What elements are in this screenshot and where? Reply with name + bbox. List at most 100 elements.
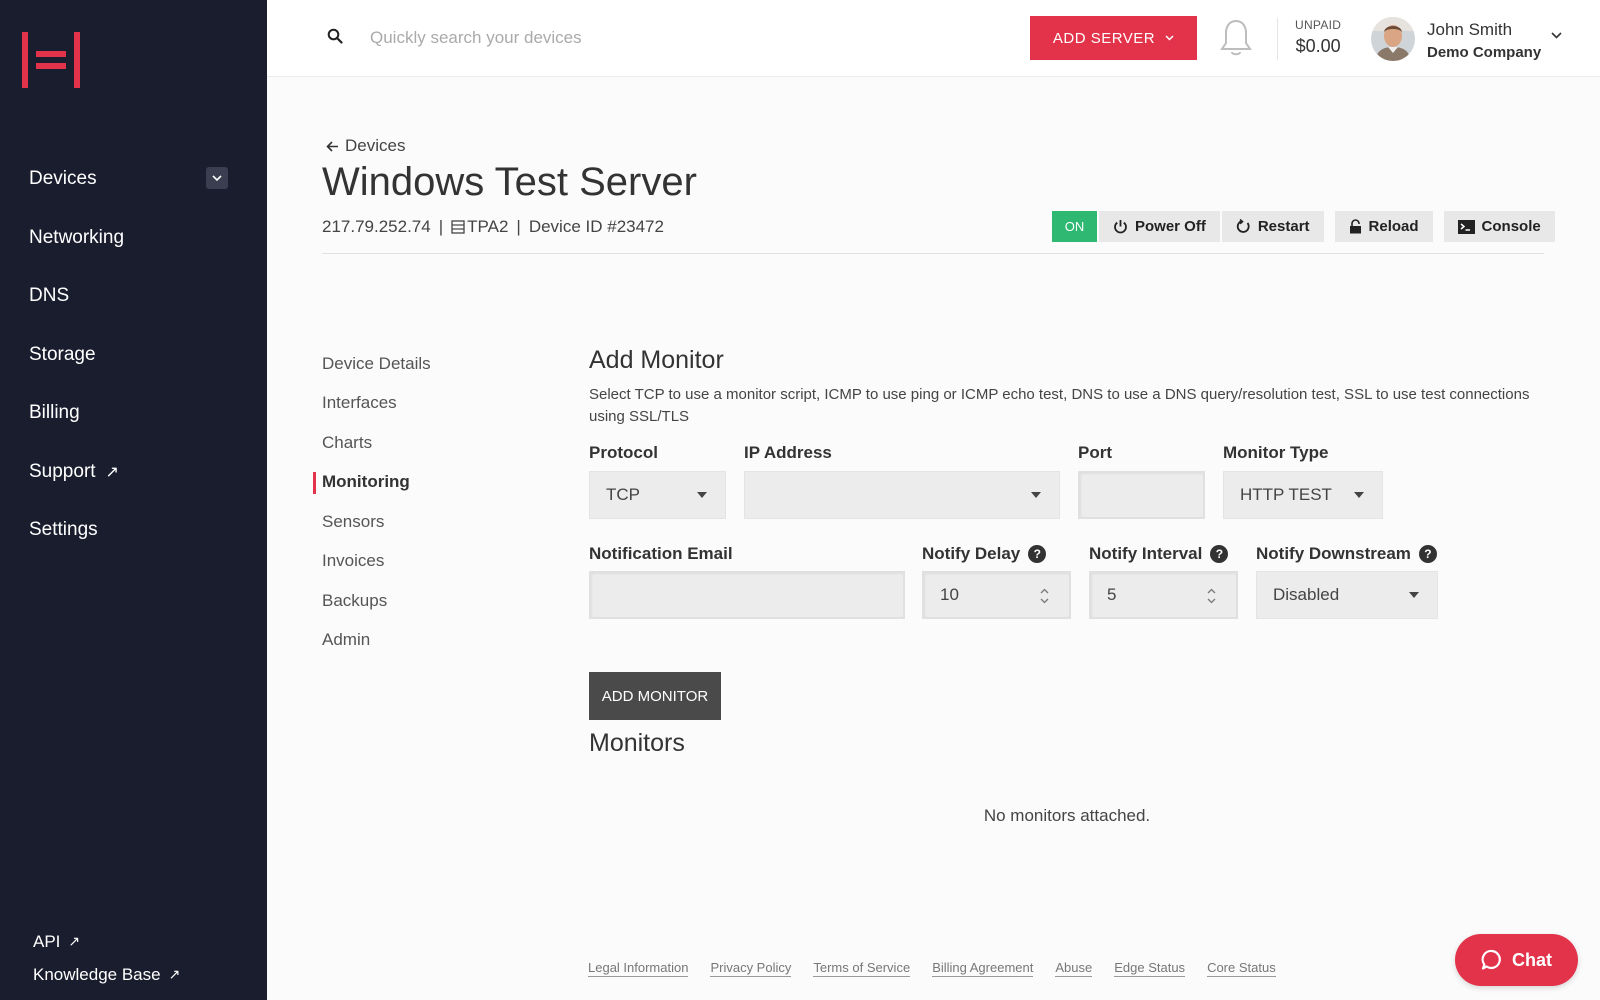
footer-link-privacy[interactable]: Privacy Policy: [710, 960, 792, 977]
tab-invoices[interactable]: Invoices: [322, 542, 431, 582]
search-input[interactable]: [370, 24, 770, 52]
lock-icon: [1349, 219, 1361, 234]
help-icon[interactable]: ?: [1418, 545, 1437, 563]
top-header: ADD SERVER UNPAID $0.00 John Smith Demo …: [267, 0, 1600, 77]
sidebar-item-dns[interactable]: DNS: [0, 267, 267, 326]
add-server-label: ADD SERVER: [1052, 29, 1156, 47]
add-server-button[interactable]: ADD SERVER: [1030, 16, 1197, 60]
stepper-arrows-icon[interactable]: [1207, 587, 1216, 605]
chevron-down-icon[interactable]: [206, 167, 228, 189]
tab-monitoring[interactable]: Monitoring: [313, 463, 431, 503]
device-subnav: Device Details Interfaces Charts Monitor…: [313, 344, 431, 661]
restart-button[interactable]: Restart: [1221, 211, 1324, 242]
device-actions: ON Power Off Restart Reload Console: [1052, 211, 1555, 242]
tab-device-details[interactable]: Device Details: [322, 344, 431, 384]
footer-link-billing-agreement[interactable]: Billing Agreement: [932, 960, 1034, 977]
tab-sensors[interactable]: Sensors: [322, 502, 431, 542]
unpaid-amount: $0.00: [1295, 36, 1341, 56]
restart-icon: [1236, 219, 1250, 233]
notify-delay-stepper[interactable]: 10: [922, 571, 1071, 619]
notify-interval-label-text: Notify Interval: [1089, 544, 1203, 563]
bell-icon[interactable]: [1219, 18, 1253, 58]
terminal-icon: [1457, 219, 1475, 234]
power-off-label: Power Off: [1135, 218, 1206, 235]
notification-email-input[interactable]: [589, 571, 905, 619]
footer-link-core-status[interactable]: Core Status: [1207, 960, 1276, 977]
unpaid-balance[interactable]: UNPAID $0.00: [1295, 18, 1341, 57]
chat-button[interactable]: Chat: [1455, 934, 1578, 986]
sidebar-item-networking[interactable]: Networking: [0, 209, 267, 268]
footer-link-legal[interactable]: Legal Information: [588, 960, 689, 977]
add-monitor-title: Add Monitor: [589, 346, 724, 374]
add-monitor-description: Select TCP to use a monitor script, ICMP…: [589, 386, 1530, 425]
protocol-select[interactable]: TCP: [589, 471, 726, 519]
reload-label: Reload: [1368, 218, 1419, 235]
chevron-down-icon[interactable]: [1551, 32, 1562, 39]
monitor-type-label: Monitor Type: [1223, 443, 1328, 463]
ip-address-select[interactable]: [744, 471, 1060, 519]
help-icon[interactable]: ?: [1210, 545, 1229, 563]
sidebar-item-storage[interactable]: Storage: [0, 326, 267, 385]
api-link-label: API: [33, 931, 61, 951]
add-monitor-button[interactable]: ADD MONITOR: [589, 672, 721, 720]
stepper-arrows-icon[interactable]: [1040, 587, 1049, 605]
help-icon[interactable]: ?: [1028, 545, 1047, 563]
knowledge-base-link[interactable]: Knowledge Base ↗: [33, 958, 180, 991]
notify-downstream-label: Notify Downstream ?: [1256, 544, 1437, 564]
back-link-label: Devices: [345, 136, 406, 155]
external-link-icon: ↗: [168, 966, 181, 982]
user-info[interactable]: John Smith Demo Company: [1427, 20, 1541, 61]
sidebar-item-settings[interactable]: Settings: [0, 501, 267, 560]
external-link-icon: ↗: [68, 933, 81, 949]
api-link[interactable]: API ↗: [33, 925, 180, 958]
protocol-label-text: Protocol: [589, 443, 658, 462]
port-input[interactable]: [1078, 471, 1205, 519]
restart-label: Restart: [1257, 218, 1310, 235]
tab-interfaces[interactable]: Interfaces: [322, 384, 431, 424]
user-name: John Smith: [1427, 20, 1513, 39]
header-divider: [1277, 18, 1278, 60]
monitor-type-select[interactable]: HTTP TEST: [1223, 471, 1383, 519]
sidebar-item-label: Devices: [29, 168, 97, 190]
server-icon: [451, 220, 465, 234]
footer-link-abuse[interactable]: Abuse: [1055, 960, 1093, 977]
search-icon: [327, 28, 343, 44]
back-to-devices-link[interactable]: Devices: [326, 136, 405, 156]
caret-down-icon: [1031, 492, 1041, 498]
power-off-button[interactable]: Power Off: [1099, 211, 1220, 242]
monitors-title: Monitors: [589, 729, 685, 757]
user-company: Demo Company: [1427, 44, 1542, 61]
notify-interval-stepper[interactable]: 5: [1089, 571, 1238, 619]
reload-button[interactable]: Reload: [1334, 211, 1433, 242]
console-button[interactable]: Console: [1443, 211, 1555, 242]
knowledge-base-link-label: Knowledge Base: [33, 964, 161, 984]
sidebar-item-support[interactable]: Support ↗: [0, 443, 267, 502]
console-label: Console: [1481, 218, 1541, 235]
sidebar-item-label: Billing: [29, 402, 80, 424]
chat-bubble-icon: [1481, 949, 1501, 970]
notify-interval-value: 5: [1107, 585, 1117, 604]
caret-down-icon: [1409, 592, 1419, 598]
header-divider: [322, 253, 1544, 254]
tab-admin[interactable]: Admin: [322, 621, 431, 661]
avatar[interactable]: [1371, 17, 1415, 61]
meta-separator: |: [438, 217, 444, 236]
sidebar-bottom-links: API ↗ Knowledge Base ↗: [33, 925, 180, 991]
brand-logo[interactable]: [22, 32, 80, 88]
sidebar-item-label: DNS: [29, 285, 70, 307]
tab-backups[interactable]: Backups: [322, 581, 431, 621]
empty-state-message: No monitors attached.: [983, 806, 1151, 825]
sidebar-item-billing[interactable]: Billing: [0, 384, 267, 443]
footer-link-terms[interactable]: Terms of Service: [813, 960, 911, 977]
tab-charts[interactable]: Charts: [322, 423, 431, 463]
notify-downstream-select[interactable]: Disabled: [1256, 571, 1438, 619]
device-id: Device ID #23472: [528, 217, 664, 236]
external-link-icon: ↗: [105, 463, 119, 481]
power-icon: [1114, 220, 1127, 234]
footer-link-edge-status[interactable]: Edge Status: [1114, 960, 1186, 977]
device-location: TPA2: [467, 217, 509, 236]
meta-separator: |: [516, 217, 521, 236]
notify-delay-label-text: Notify Delay: [922, 544, 1021, 563]
sidebar-item-devices[interactable]: Devices: [0, 150, 267, 209]
port-label-text: Port: [1078, 443, 1112, 462]
